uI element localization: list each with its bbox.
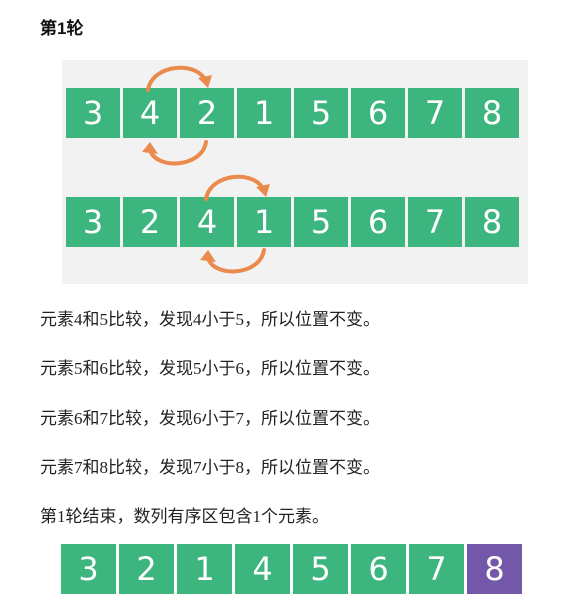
swap-arrow-top-icon: [146, 65, 212, 92]
array-cell: 7: [408, 197, 462, 247]
array-cell: 2: [123, 197, 177, 247]
array-cell: 4: [123, 88, 177, 138]
step-description: 元素4和5比较，发现4小于5，所以位置不变。: [40, 310, 380, 329]
array-cell: 8: [465, 197, 519, 247]
swap-arrow-bottom-icon: [142, 140, 208, 166]
array-cell: 6: [351, 88, 405, 138]
array-row-2: 3 2 4 1 5 6 7 8: [66, 197, 519, 247]
step-description: 元素5和6比较，发现5小于6，所以位置不变。: [40, 359, 380, 378]
array-cell: 6: [351, 544, 406, 594]
array-cell: 1: [237, 197, 291, 247]
array-cell-sorted: 8: [467, 544, 522, 594]
array-cell: 4: [235, 544, 290, 594]
swap-arrow-bottom-icon: [200, 248, 266, 274]
array-cell: 3: [61, 544, 116, 594]
step-description: 元素7和8比较，发现7小于8，所以位置不变。: [40, 458, 380, 477]
array-row-1: 3 4 2 1 5 6 7 8: [66, 88, 519, 138]
array-cell: 3: [66, 88, 120, 138]
round-summary: 第1轮结束，数列有序区包含1个元素。: [40, 507, 329, 526]
step-description: 元素6和7比较，发现6小于7，所以位置不变。: [40, 409, 380, 428]
array-cell: 5: [294, 197, 348, 247]
array-cell: 5: [294, 88, 348, 138]
array-cell: 6: [351, 197, 405, 247]
array-cell: 2: [180, 88, 234, 138]
round-heading: 第1轮: [40, 19, 84, 38]
array-cell: 7: [409, 544, 464, 594]
array-cell: 5: [293, 544, 348, 594]
array-cell: 8: [465, 88, 519, 138]
array-cell: 1: [237, 88, 291, 138]
array-cell: 7: [408, 88, 462, 138]
swap-arrow-top-icon: [204, 174, 270, 201]
array-cell: 4: [180, 197, 234, 247]
array-cell: 2: [119, 544, 174, 594]
array-cell: 1: [177, 544, 232, 594]
array-row-result: 3 2 1 4 5 6 7 8: [61, 544, 522, 594]
array-cell: 3: [66, 197, 120, 247]
